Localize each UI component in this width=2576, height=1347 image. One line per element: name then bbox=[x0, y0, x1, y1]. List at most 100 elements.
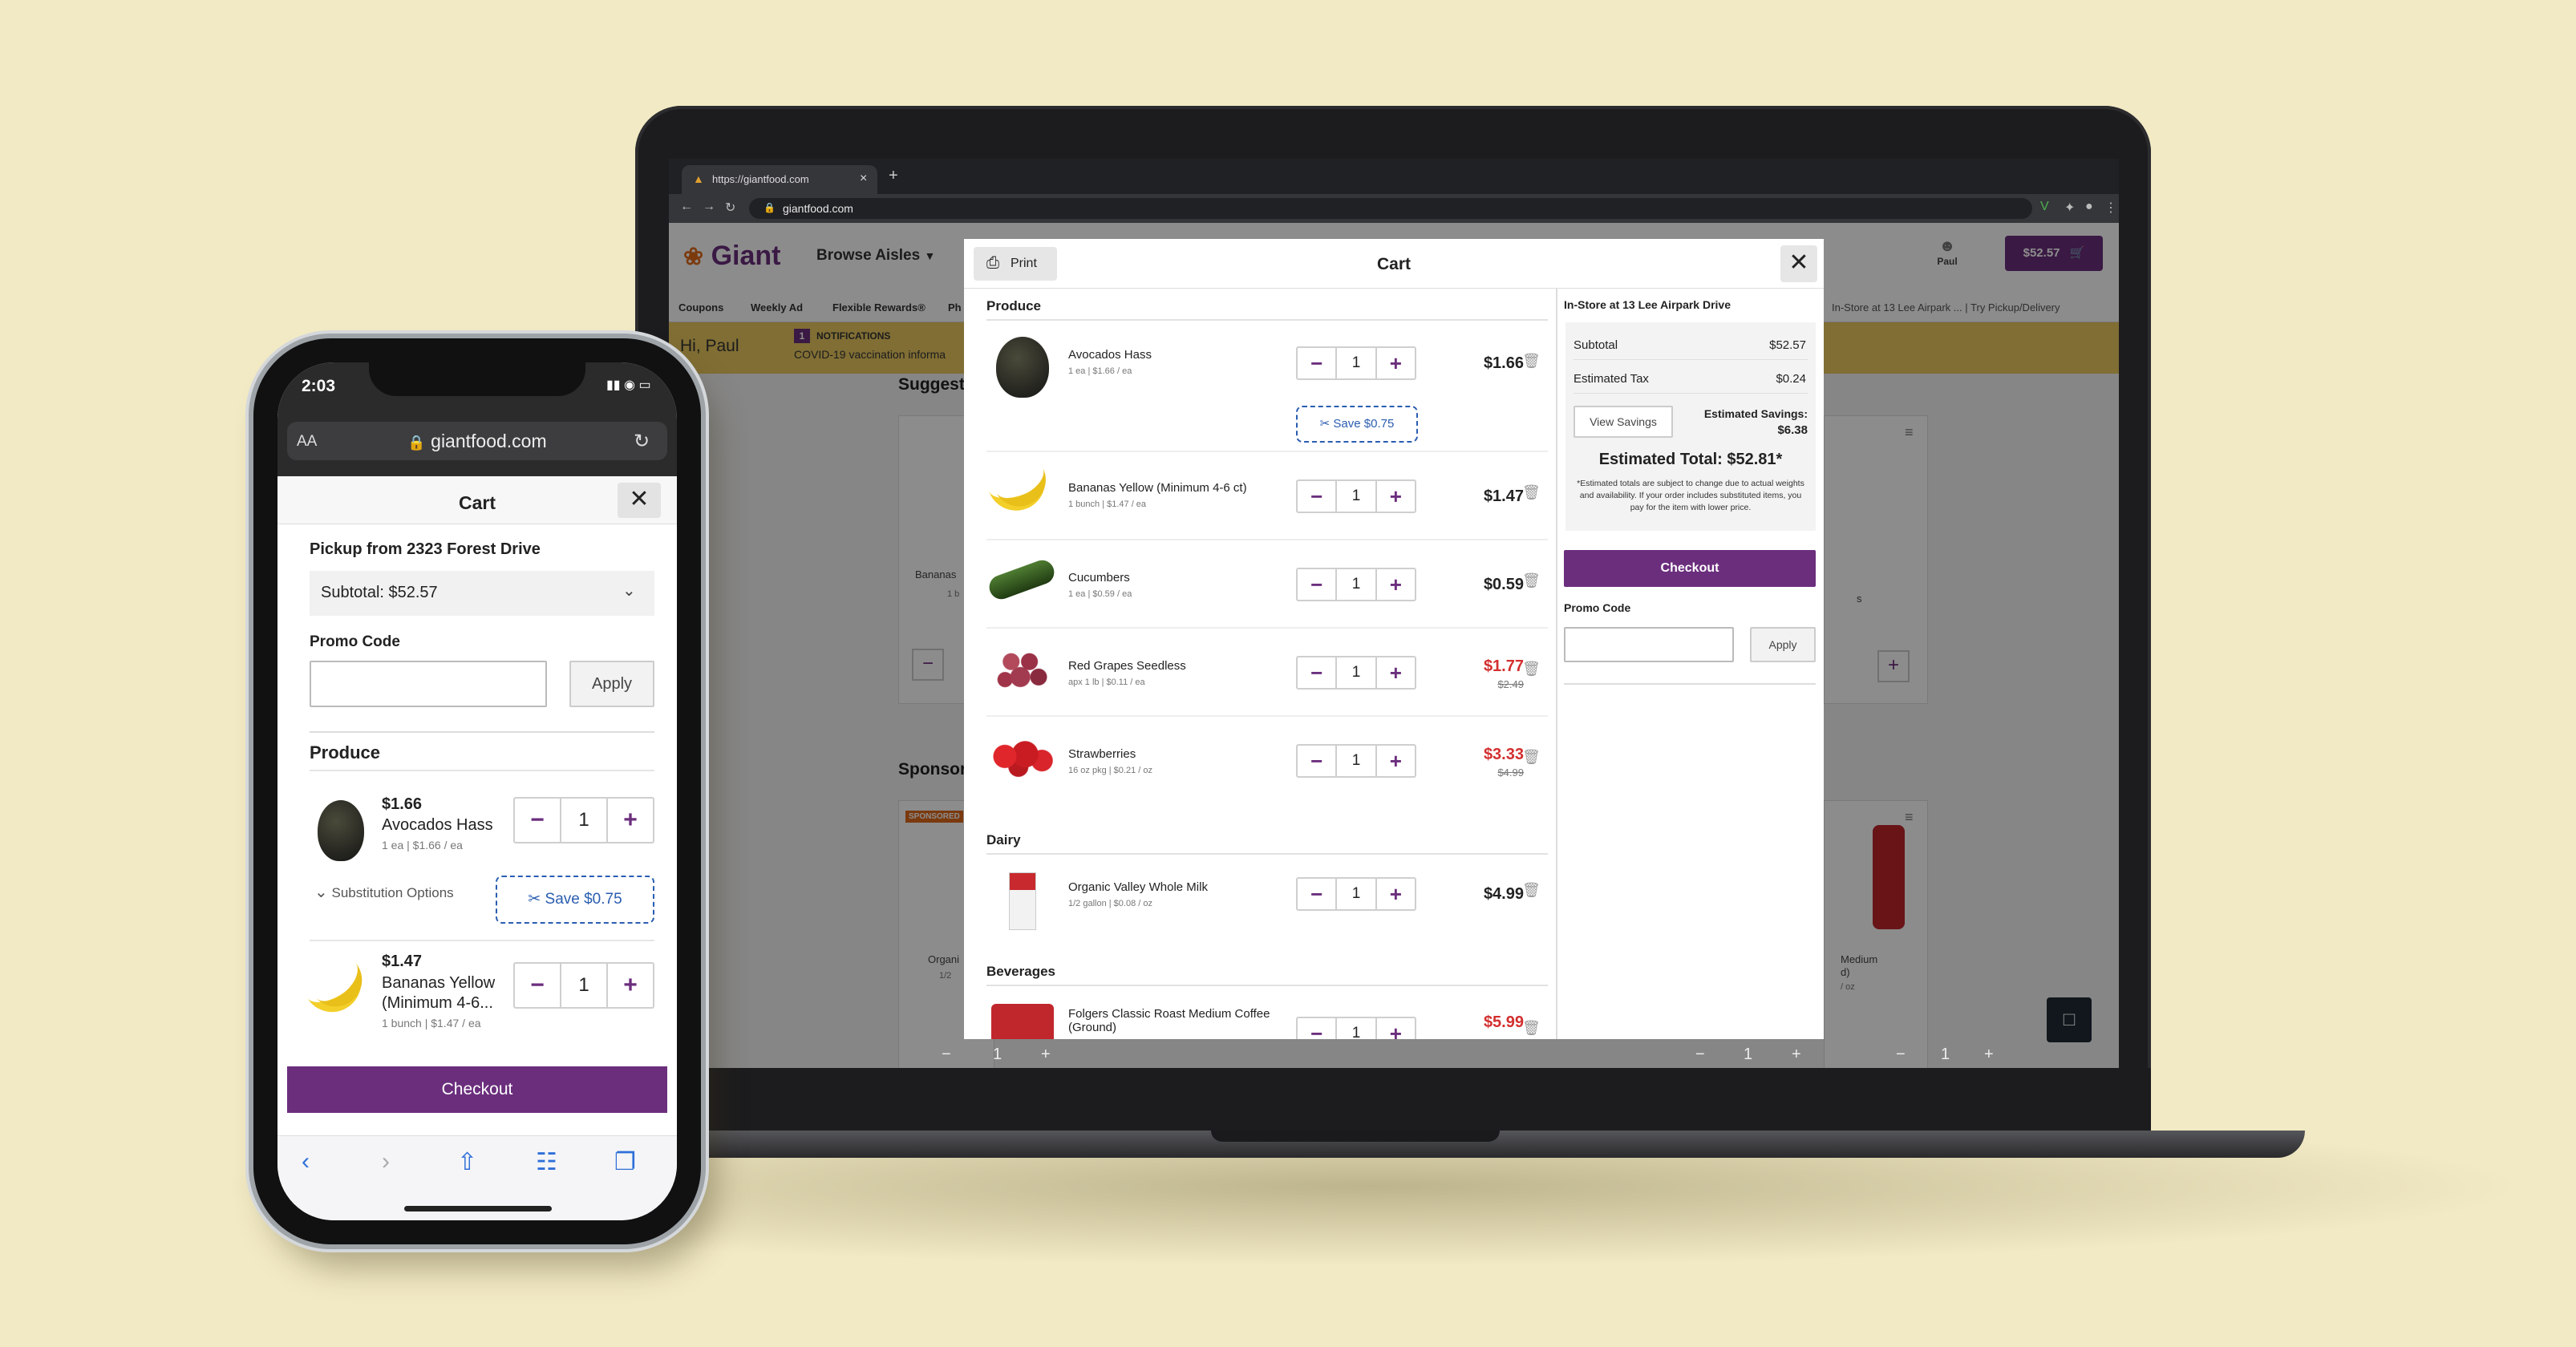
qty-value[interactable]: 1 bbox=[1335, 657, 1377, 688]
phone-url-text: giantfood.com bbox=[431, 431, 547, 451]
qty-plus-button[interactable]: + bbox=[1377, 569, 1415, 600]
qty-value[interactable]: 1 bbox=[1335, 1018, 1377, 1039]
new-tab-icon[interactable]: + bbox=[889, 167, 898, 185]
qty-minus-button[interactable]: − bbox=[1298, 569, 1335, 600]
bg-minus[interactable]: − bbox=[1896, 1046, 1906, 1064]
strawberries-image bbox=[988, 738, 1055, 779]
item-name[interactable]: Organic Valley Whole Milk bbox=[1068, 880, 1208, 894]
trash-icon[interactable]: 🗑 bbox=[1522, 484, 1541, 501]
section-produce: Produce bbox=[986, 298, 1042, 313]
reload-icon[interactable]: ↻ bbox=[634, 430, 650, 453]
qty-minus-button[interactable]: − bbox=[515, 799, 560, 842]
qty-minus-button[interactable]: − bbox=[1298, 348, 1335, 378]
bookmarks-icon[interactable]: ☷ bbox=[536, 1148, 557, 1176]
qty-plus-button[interactable]: + bbox=[608, 964, 653, 1007]
qty-plus-button[interactable]: + bbox=[1377, 879, 1415, 909]
back-icon[interactable]: ← bbox=[680, 200, 693, 214]
trash-icon[interactable]: 🗑 bbox=[1522, 661, 1541, 678]
qty-value[interactable]: 1 bbox=[1335, 348, 1377, 378]
qty-minus-button[interactable]: − bbox=[515, 964, 560, 1007]
address-url: giantfood.com bbox=[783, 202, 853, 215]
qty-minus-button[interactable]: − bbox=[1298, 879, 1335, 909]
trash-icon[interactable]: 🗑 bbox=[1522, 572, 1541, 589]
back-icon[interactable]: ‹ bbox=[302, 1148, 310, 1175]
substitution-options-toggle[interactable]: ⌄ Substitution Options bbox=[314, 882, 454, 902]
apply-promo-button[interactable]: Apply bbox=[1750, 627, 1816, 662]
qty-minus-button[interactable]: − bbox=[1298, 746, 1335, 776]
bg-qty: 1 bbox=[993, 1046, 1002, 1063]
forward-icon[interactable]: → bbox=[703, 200, 715, 214]
profile-icon[interactable]: ● bbox=[2085, 200, 2093, 214]
phone-promo-input[interactable] bbox=[310, 661, 547, 707]
phone-time: 2:03 bbox=[302, 377, 336, 395]
qty-minus-button[interactable]: − bbox=[1298, 481, 1335, 512]
qty-value[interactable]: 1 bbox=[560, 799, 608, 842]
qty-plus-button[interactable]: + bbox=[1377, 348, 1415, 378]
menu-dots-icon[interactable]: ⋮ bbox=[2104, 200, 2117, 216]
puzzle-icon[interactable]: ✦ bbox=[2064, 200, 2075, 216]
subtotal-dropdown[interactable]: Subtotal: $52.57 ⌄ bbox=[310, 571, 654, 616]
section-divider bbox=[986, 985, 1548, 986]
summary-divider bbox=[1574, 393, 1808, 394]
qty-value[interactable]: 1 bbox=[1335, 746, 1377, 776]
view-savings-button[interactable]: View Savings bbox=[1574, 406, 1673, 438]
bg-minus[interactable]: − bbox=[1695, 1046, 1705, 1064]
item-unit: 1 ea | $1.66 / ea bbox=[1068, 366, 1132, 376]
browser-tab-title: https://giantfood.com bbox=[712, 173, 809, 185]
phone-apply-button[interactable]: Apply bbox=[569, 661, 654, 707]
promo-code-input[interactable] bbox=[1564, 627, 1734, 662]
extension-icon[interactable]: V bbox=[2040, 200, 2049, 214]
trash-icon[interactable]: 🗑 bbox=[1522, 882, 1541, 899]
tabs-icon[interactable]: ❐ bbox=[614, 1148, 636, 1176]
trash-icon[interactable]: 🗑 bbox=[1522, 353, 1541, 370]
item-name[interactable]: Avocados Hass bbox=[1068, 348, 1152, 362]
phone-close-button[interactable]: ✕ bbox=[618, 483, 661, 518]
qty-value[interactable]: 1 bbox=[1335, 569, 1377, 600]
reload-icon[interactable]: ↻ bbox=[725, 200, 735, 216]
qty-value[interactable]: 1 bbox=[560, 964, 608, 1007]
share-icon[interactable]: ⇧ bbox=[457, 1148, 477, 1176]
bg-plus[interactable]: + bbox=[1041, 1046, 1051, 1064]
item-name[interactable]: Red Grapes Seedless bbox=[1068, 659, 1186, 673]
item-name[interactable]: Bananas Yellow (Minimum 4-6 ct) bbox=[1068, 481, 1247, 495]
qty-value[interactable]: 1 bbox=[1335, 879, 1377, 909]
bg-plus[interactable]: + bbox=[1984, 1046, 1994, 1064]
bg-minus[interactable]: − bbox=[942, 1046, 951, 1064]
qty-minus-button[interactable]: − bbox=[1298, 1018, 1335, 1039]
bg-plus[interactable]: + bbox=[1792, 1046, 1801, 1064]
avocado-image bbox=[996, 337, 1049, 398]
savings-label: Estimated Savings: bbox=[1703, 407, 1808, 420]
qty-plus-button[interactable]: + bbox=[1377, 1018, 1415, 1039]
browser-tab[interactable]: ▲ https://giantfood.com × bbox=[682, 165, 877, 194]
address-bar[interactable]: 🔒 giantfood.com bbox=[749, 198, 2032, 219]
item-name[interactable]: Cucumbers bbox=[1068, 571, 1132, 585]
qty-plus-button[interactable]: + bbox=[1377, 657, 1415, 688]
item-name[interactable]: Folgers Classic Roast Medium Coffee (Gro… bbox=[1068, 1007, 1277, 1034]
qty-plus-button[interactable]: + bbox=[1377, 481, 1415, 512]
save-coupon-button[interactable]: ✂ Save $0.75 bbox=[1296, 406, 1418, 443]
close-icon: ✕ bbox=[629, 486, 650, 512]
row-divider bbox=[986, 451, 1548, 452]
trash-icon[interactable]: 🗑 bbox=[1522, 749, 1541, 766]
phone-subtotal: Subtotal: $52.57 bbox=[321, 584, 438, 601]
reader-aa-button[interactable]: AA bbox=[297, 433, 317, 451]
phone-item-name[interactable]: Bananas Yellow (Minimum 4-6... bbox=[382, 973, 510, 1013]
close-button[interactable]: ✕ bbox=[1780, 245, 1817, 282]
checkout-button[interactable]: Checkout bbox=[1564, 550, 1816, 587]
qty-plus-button[interactable]: + bbox=[608, 799, 653, 842]
phone-checkout-button[interactable]: Checkout bbox=[287, 1066, 667, 1113]
item-name[interactable]: Strawberries bbox=[1068, 747, 1152, 761]
column-divider bbox=[1556, 289, 1557, 1039]
qty-plus-button[interactable]: + bbox=[1377, 746, 1415, 776]
forward-icon[interactable]: › bbox=[382, 1148, 390, 1175]
cart-item-info: Avocados Hass 1 ea | $1.66 / ea bbox=[1068, 348, 1152, 376]
qty-value[interactable]: 1 bbox=[1335, 481, 1377, 512]
qty-minus-button[interactable]: − bbox=[1298, 657, 1335, 688]
phone-address-bar[interactable]: 🔒 giantfood.com bbox=[287, 422, 667, 460]
trash-icon[interactable]: 🗑 bbox=[1522, 1020, 1541, 1037]
item-unit: 16 oz pkg | $0.21 / oz bbox=[1068, 766, 1152, 775]
phone-item-name[interactable]: Avocados Hass bbox=[382, 816, 493, 835]
phone-save-coupon-button[interactable]: ✂ Save $0.75 bbox=[496, 876, 654, 924]
item-sale-price: $1.77 bbox=[1483, 657, 1524, 675]
tab-close-icon[interactable]: × bbox=[860, 172, 867, 186]
